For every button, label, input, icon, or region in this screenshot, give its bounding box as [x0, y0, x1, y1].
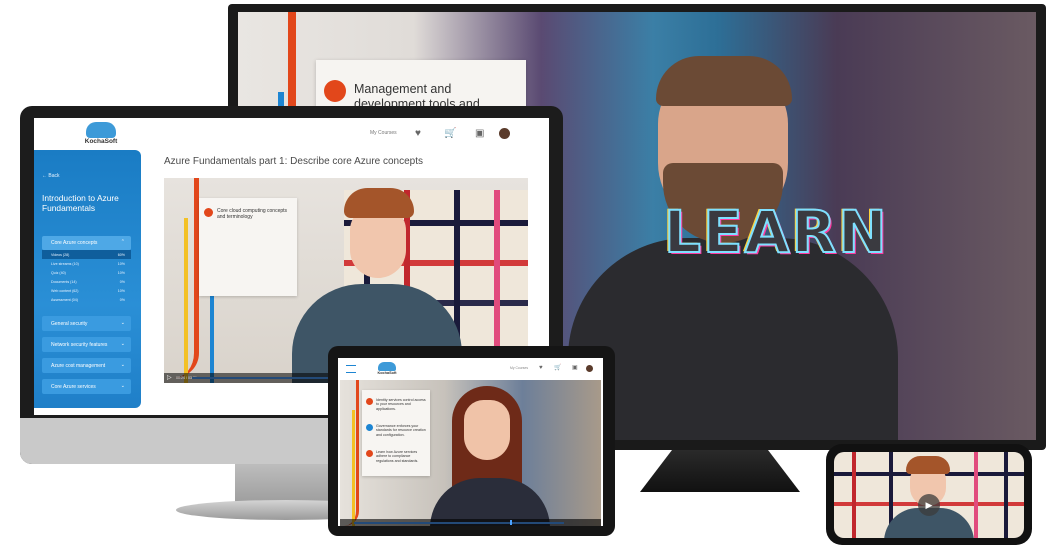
sub-item-quiz[interactable]: Quiz (40) 10%	[42, 268, 131, 277]
avatar[interactable]	[586, 365, 593, 372]
cart-icon[interactable]: 🛒	[444, 128, 456, 140]
tablet-video-player[interactable]: Identity services control access to your…	[340, 380, 601, 526]
section-cost-management[interactable]: Azure cost management ⌄	[42, 358, 131, 373]
play-icon[interactable]: ▷	[167, 374, 172, 381]
cloud-logo-icon	[378, 362, 396, 371]
slide-card: Identity services control access to your…	[362, 390, 430, 476]
section-core-services[interactable]: Core Azure services ⌄	[42, 379, 131, 394]
section-label: Core Azure concepts	[51, 240, 98, 246]
bullet-dot	[366, 424, 373, 431]
heart-icon[interactable]: ♥	[415, 128, 421, 140]
folder-icon[interactable]: ▣	[475, 128, 484, 140]
shirt-text: LEARN	[663, 197, 889, 267]
presenter-woman	[424, 386, 574, 526]
tablet-header: KochaSoft My Courses ♥ 🛒 ▣	[338, 358, 603, 380]
bullet-dot	[366, 398, 373, 405]
logo[interactable]: KochaSoft	[372, 362, 402, 378]
course-title: Introduction to Azure Fundamentals	[42, 193, 119, 213]
chevron-down-icon: ⌄	[120, 362, 125, 368]
my-courses-link[interactable]: My Courses	[370, 130, 397, 136]
slide-text: Core cloud computing concepts and termin…	[217, 208, 288, 221]
bullet-dot	[324, 80, 346, 102]
lesson-title: Azure Fundamentals part 1: Describe core…	[164, 156, 424, 167]
progress-knob[interactable]	[510, 520, 512, 525]
folder-icon[interactable]: ▣	[572, 365, 578, 372]
cloud-logo-icon	[86, 122, 116, 138]
heart-icon[interactable]: ♥	[539, 365, 543, 372]
my-courses-link[interactable]: My Courses	[510, 366, 528, 370]
play-icon[interactable]: ▶	[918, 494, 940, 516]
logo-text: KochaSoft	[377, 371, 397, 375]
chevron-up-icon: ⌃	[120, 239, 125, 245]
monitor-neck	[235, 464, 335, 504]
cart-icon[interactable]: 🛒	[554, 365, 561, 372]
sub-item-documents[interactable]: Documents (14) 0%	[42, 277, 131, 286]
hamburger-menu-icon[interactable]	[346, 365, 356, 373]
tablet-screen: KochaSoft My Courses ♥ 🛒 ▣ Identity serv…	[338, 358, 603, 526]
avatar[interactable]	[499, 128, 510, 139]
video-progress-track[interactable]	[354, 522, 564, 524]
sub-item-web-content[interactable]: Web content (62) 10%	[42, 286, 131, 295]
back-link[interactable]: ← Back	[42, 173, 60, 179]
sub-item-assessment[interactable]: Assessment (04) 0%	[42, 295, 131, 304]
sub-item-live-streams[interactable]: Live streams (10) 10%	[42, 259, 131, 268]
bullet-dot	[204, 208, 213, 217]
sub-item-videos[interactable]: Videos (28) 60%	[42, 250, 131, 259]
tv-stand	[640, 450, 800, 492]
section-network-security[interactable]: Network security features ⌄	[42, 337, 131, 352]
chevron-down-icon: ⌄	[120, 320, 125, 326]
section-core-azure-concepts[interactable]: Core Azure concepts ⌃	[42, 236, 131, 250]
section-general-security[interactable]: General security ⌄	[42, 316, 131, 331]
presenter-man: LEARN	[568, 48, 898, 440]
bullet-dot	[366, 450, 373, 457]
phone-screen: ▶	[834, 452, 1024, 538]
chevron-down-icon: ⌄	[120, 341, 125, 347]
slide-card: Core cloud computing concepts and termin…	[199, 198, 297, 296]
tablet-video-controls	[340, 519, 601, 526]
chevron-down-icon: ⌄	[120, 383, 125, 389]
logo-text: KochaSoft	[84, 138, 118, 145]
course-sidebar: ← Back Introduction to Azure Fundamental…	[34, 150, 141, 408]
